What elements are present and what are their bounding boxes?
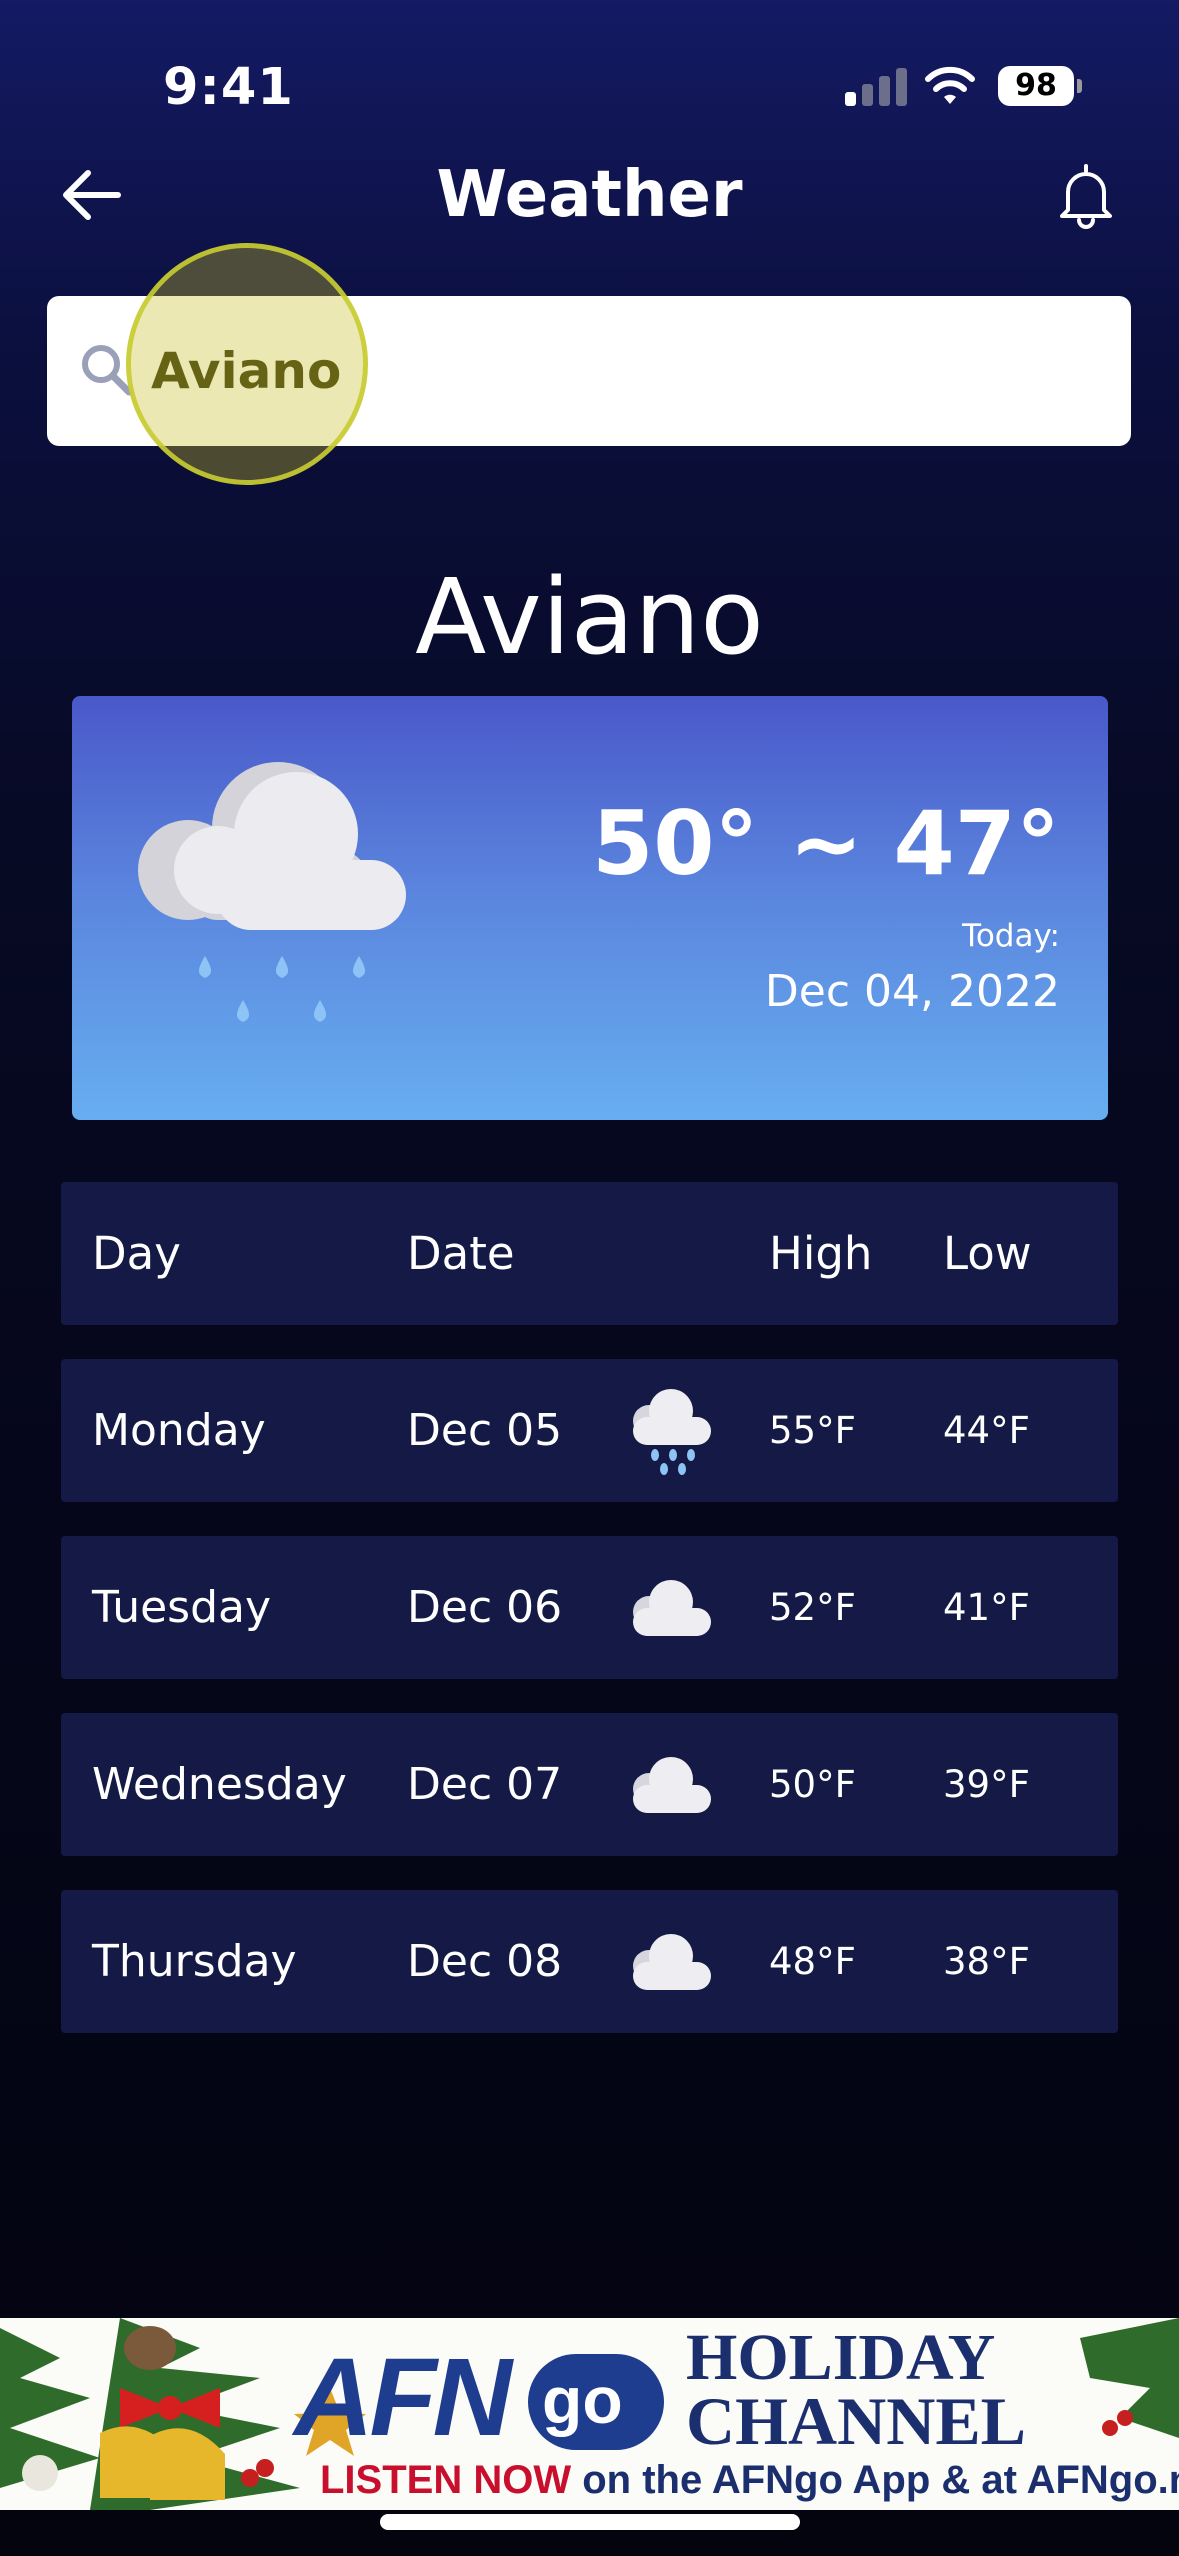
forecast-date: Dec 06 bbox=[407, 1582, 563, 1633]
banner-cta: LISTEN NOW on the AFNgo App & at AFNgo.n… bbox=[320, 2458, 1179, 2503]
search-input[interactable] bbox=[151, 336, 1051, 406]
today-weather-card: 50° ~ 47° Today: Dec 04, 2022 bbox=[72, 696, 1108, 1120]
banner-cta-rest: on the AFNgo App & at AFNgo.net bbox=[571, 2458, 1179, 2502]
home-indicator[interactable] bbox=[380, 2514, 800, 2530]
forecast-day: Thursday bbox=[92, 1936, 297, 1987]
forecast-row: Thursday Dec 08 48°F 38°F bbox=[61, 1890, 1118, 2033]
forecast-low: 38°F bbox=[943, 1940, 1030, 1983]
forecast-row: Tuesday Dec 06 52°F 41°F bbox=[61, 1536, 1118, 1679]
status-time: 9:41 bbox=[163, 58, 294, 117]
go-logo: go bbox=[528, 2354, 664, 2450]
forecast-low: 41°F bbox=[943, 1586, 1030, 1629]
status-bar: 9:41 98 bbox=[0, 0, 1179, 170]
forecast-date: Dec 05 bbox=[407, 1405, 563, 1456]
cloud-icon bbox=[633, 1580, 711, 1636]
search-icon bbox=[82, 345, 133, 396]
today-temperature-range: 50° ~ 47° bbox=[592, 792, 1060, 895]
forecast-day: Wednesday bbox=[92, 1759, 347, 1810]
cloud-icon bbox=[633, 1757, 711, 1813]
rain-cloud-icon bbox=[633, 1389, 711, 1475]
cellular-signal-icon bbox=[845, 66, 907, 106]
banner-line-2: CHANNEL bbox=[686, 2383, 1027, 2459]
forecast-high: 52°F bbox=[769, 1586, 856, 1629]
page-title: Weather bbox=[436, 158, 743, 232]
header-day: Day bbox=[92, 1227, 181, 1280]
forecast-low: 39°F bbox=[943, 1763, 1030, 1806]
search-bar[interactable] bbox=[47, 296, 1131, 446]
afn-logo-text: AFN bbox=[294, 2336, 512, 2459]
afngo-holiday-banner[interactable]: AFN go HOLIDAY CHANNEL LISTEN NOW on the… bbox=[0, 2318, 1179, 2510]
forecast-header-row: Day Date High Low bbox=[61, 1182, 1118, 1325]
header-low: Low bbox=[943, 1227, 1032, 1280]
forecast-low: 44°F bbox=[943, 1409, 1030, 1452]
wifi-icon bbox=[925, 66, 975, 104]
forecast-date: Dec 08 bbox=[407, 1936, 563, 1987]
forecast-day: Monday bbox=[92, 1405, 266, 1456]
forecast-high: 55°F bbox=[769, 1409, 856, 1452]
forecast-high: 50°F bbox=[769, 1763, 856, 1806]
header-high: High bbox=[769, 1227, 873, 1280]
forecast-row: Monday Dec 05 55°F 44°F bbox=[61, 1359, 1118, 1502]
banner-line-1: HOLIDAY bbox=[686, 2321, 996, 2394]
rain-cloud-icon bbox=[138, 762, 406, 1022]
forecast-day: Tuesday bbox=[92, 1582, 272, 1633]
forecast-high: 48°F bbox=[769, 1940, 856, 1983]
banner-cta-highlight: LISTEN NOW bbox=[320, 2458, 572, 2502]
cloud-icon bbox=[633, 1934, 711, 1990]
forecast-date: Dec 07 bbox=[407, 1759, 563, 1810]
header-date: Date bbox=[407, 1227, 515, 1280]
city-name: Aviano bbox=[415, 556, 764, 678]
today-label: Today: bbox=[962, 918, 1060, 954]
go-logo-text: go bbox=[542, 2363, 623, 2437]
bell-icon[interactable] bbox=[1054, 160, 1118, 230]
today-date: Dec 04, 2022 bbox=[764, 966, 1060, 1017]
battery-indicator: 98 bbox=[998, 66, 1082, 106]
forecast-row: Wednesday Dec 07 50°F 39°F bbox=[61, 1713, 1118, 1856]
